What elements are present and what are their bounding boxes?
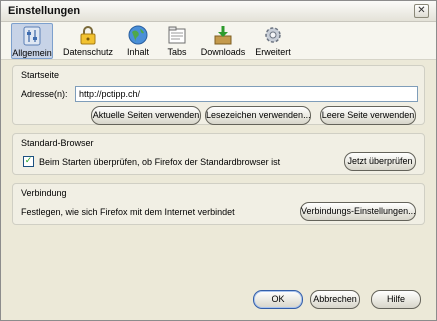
connection-settings-button[interactable]: Verbindungs-Einstellungen... bbox=[300, 202, 416, 221]
check-default-browser-label: Beim Starten überprüfen, ob Firefox der … bbox=[39, 157, 281, 167]
tab-datenschutz-label: Datenschutz bbox=[63, 47, 114, 57]
tab-inhalt-label: Inhalt bbox=[126, 47, 150, 57]
globe-icon bbox=[128, 25, 148, 45]
close-icon: ✕ bbox=[417, 5, 426, 16]
check-now-button[interactable]: Jetzt überprüfen bbox=[344, 152, 416, 171]
default-browser-title: Standard-Browser bbox=[21, 138, 94, 148]
window-title: Einstellungen bbox=[8, 5, 81, 17]
use-bookmark-button[interactable]: Lesezeichen verwenden... bbox=[205, 106, 311, 125]
default-browser-group: Standard-Browser ✓ Beim Starten überprüf… bbox=[12, 133, 425, 175]
help-button[interactable]: Hilfe bbox=[371, 290, 421, 309]
lock-icon bbox=[80, 26, 96, 45]
download-box-icon bbox=[214, 26, 232, 45]
cancel-button[interactable]: Abbrechen bbox=[310, 290, 360, 309]
startseite-group: Startseite Adresse(n): http://pctipp.ch/… bbox=[12, 65, 425, 125]
settings-toolbar: Allgemein Datenschutz Inhalt Tabs Downlo… bbox=[1, 22, 436, 60]
use-current-pages-button[interactable]: Aktuelle Seiten verwenden bbox=[91, 106, 201, 125]
connection-group: Verbindung Festlegen, wie sich Firefox m… bbox=[12, 183, 425, 225]
connection-title: Verbindung bbox=[21, 188, 67, 198]
tab-downloads-label: Downloads bbox=[200, 47, 246, 57]
general-sliders-icon bbox=[23, 26, 41, 46]
tab-allgemein-label: Allgemein bbox=[12, 48, 52, 58]
tab-tabs-label: Tabs bbox=[167, 47, 187, 57]
tab-downloads[interactable]: Downloads bbox=[200, 23, 246, 59]
check-default-browser-checkbox[interactable]: ✓ bbox=[23, 156, 34, 167]
use-blank-page-button[interactable]: Leere Seite verwenden bbox=[320, 106, 416, 125]
settings-dialog: Einstellungen ✕ Allgemein Datenschutz In… bbox=[0, 0, 437, 321]
tab-tabs[interactable]: Tabs bbox=[162, 23, 192, 59]
tab-erweitert-label: Erweitert bbox=[255, 47, 291, 57]
tab-datenschutz[interactable]: Datenschutz bbox=[63, 23, 113, 59]
address-label: Adresse(n): bbox=[21, 89, 68, 99]
title-bar: Einstellungen ✕ bbox=[1, 1, 436, 22]
tabs-icon bbox=[168, 26, 186, 44]
tab-allgemein[interactable]: Allgemein bbox=[11, 23, 53, 59]
tab-erweitert[interactable]: Erweitert bbox=[253, 23, 293, 59]
tab-inhalt[interactable]: Inhalt bbox=[123, 23, 153, 59]
ok-button[interactable]: OK bbox=[253, 290, 303, 309]
close-button[interactable]: ✕ bbox=[414, 4, 429, 18]
startseite-title: Startseite bbox=[21, 70, 60, 80]
gear-icon bbox=[265, 27, 281, 43]
homepage-address-input[interactable]: http://pctipp.ch/ bbox=[75, 86, 418, 102]
connection-description: Festlegen, wie sich Firefox mit dem Inte… bbox=[21, 207, 235, 217]
